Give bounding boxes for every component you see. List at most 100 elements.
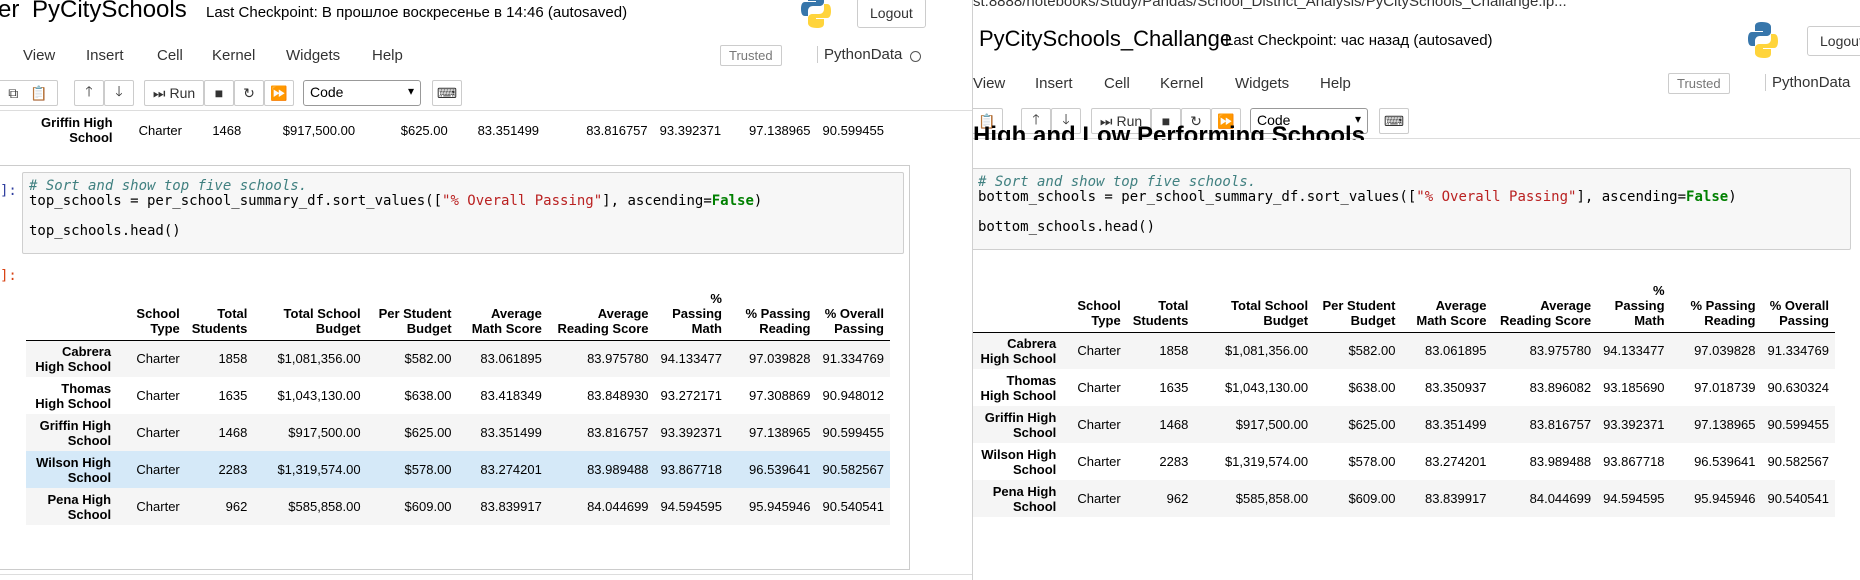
cell-avg-math: 83.351499	[1424, 417, 1487, 432]
row-index: Pena High School	[47, 491, 112, 522]
menu-kernel[interactable]: Kernel	[1160, 75, 1203, 92]
move-up-button[interactable]: 🡑	[74, 80, 104, 106]
column-header: Per Student Budget	[366, 282, 458, 341]
menu-widgets[interactable]: Widgets	[286, 47, 340, 64]
code-text: )	[1728, 189, 1737, 205]
left-notebook-window: er PyCitySchools Last Checkpoint: В прош…	[0, 0, 972, 580]
index-header	[26, 282, 118, 341]
cell-school-type: Charter	[1077, 491, 1121, 506]
command-palette-button[interactable]: ⌨	[432, 80, 462, 106]
logout-button[interactable]: Logout	[857, 0, 926, 28]
menu-insert[interactable]: Insert	[1035, 75, 1073, 92]
cell-pass-reading: 95.945946	[1694, 491, 1756, 506]
menu-kernel[interactable]: Kernel	[212, 47, 255, 64]
cell-avg-reading: 83.975780	[587, 351, 649, 367]
copy-icon[interactable]: ⧉	[8, 85, 18, 102]
address-url[interactable]: st:8888/notebooks/Study/Pandas/School_Di…	[973, 0, 1567, 10]
row-index: Thomas High School	[980, 372, 1057, 403]
cell-total-students: 1635	[218, 388, 248, 403]
cell-total-students: 1858	[218, 351, 248, 367]
toolbar-divider	[0, 110, 972, 111]
cell-type-value: Code	[310, 84, 344, 100]
cell-school-type: Charter	[136, 462, 180, 477]
cell-per-student-budget: $578.00	[404, 462, 452, 477]
code-editor[interactable]: # Sort and show top five schools. top_sc…	[22, 172, 904, 254]
section-heading: High and Low Performing Schools	[973, 122, 1366, 140]
stop-icon: ■	[214, 85, 224, 101]
code-editor[interactable]: # Sort and show top five schools. bottom…	[973, 168, 1851, 250]
cell-school-type: Charter	[1077, 454, 1121, 469]
column-header: % Passing Math	[1597, 274, 1671, 333]
cell-avg-math: 83.839917	[1424, 491, 1487, 506]
cell-pass-math: 93.867718	[660, 462, 722, 477]
paste-icon[interactable]: 📋	[30, 85, 47, 102]
cell-pass-math: 93.867718	[1603, 454, 1665, 469]
cell-overall: 90.948012	[822, 388, 884, 403]
cell-avg-math: 83.274201	[480, 462, 542, 477]
menu-view[interactable]: View	[23, 47, 55, 64]
column-header: School Type	[1062, 274, 1127, 333]
cell-avg-math: 83.350937	[1424, 380, 1487, 395]
restart-icon: ↻	[243, 84, 255, 101]
top-schools-table: School Type Total Students Total School Bu…	[26, 282, 890, 525]
menu-widgets[interactable]: Widgets	[1235, 75, 1289, 92]
cell-pass-math: 93.185690	[1603, 380, 1665, 395]
restart-button[interactable]: ↻	[234, 80, 264, 106]
menu-cell[interactable]: Cell	[157, 47, 183, 64]
cell-total-students: 1635	[1159, 380, 1189, 395]
cell-type-select[interactable]: Code ▾	[303, 80, 421, 106]
row-index: Wilson High School	[36, 454, 112, 485]
cell-avg-reading: 84.044699	[587, 499, 649, 514]
cell-pass-reading: 97.018739	[1694, 380, 1756, 395]
notebook-title[interactable]: PyCitySchools_Challange	[979, 26, 1232, 52]
trusted-badge[interactable]: Trusted	[720, 45, 782, 66]
stop-button[interactable]: ■	[204, 80, 234, 106]
run-button[interactable]: ⏭ Run	[144, 80, 204, 106]
cell-avg-reading: 83.989488	[1529, 454, 1592, 469]
restart-run-all-button[interactable]: ⏩	[264, 80, 294, 106]
table-row: Griffin High School Charter 1468 $917,500.0…	[973, 406, 1835, 443]
cell-total-budget: $1,081,356.00	[277, 351, 361, 367]
code-text: top_schools.head()	[29, 223, 181, 239]
cell-overall: 90.599455	[822, 425, 884, 440]
menu-bar: View Insert Cell Kernel Widgets Help Tru…	[0, 38, 972, 74]
menu-cell[interactable]: Cell	[1104, 75, 1130, 92]
cell-total-students: 2283	[1159, 454, 1189, 469]
step-forward-icon: ⏭	[152, 84, 166, 101]
cell-avg-math: 83.418349	[480, 388, 542, 403]
cell-total-budget: $1,319,574.00	[277, 462, 361, 477]
kernel-idle-icon	[910, 51, 921, 62]
trusted-badge[interactable]: Trusted	[1668, 73, 1730, 94]
cell-avg-reading: 83.975780	[1529, 343, 1592, 359]
menu-view[interactable]: View	[973, 75, 1005, 92]
jupyter-logo-fragment: er	[0, 0, 20, 23]
input-prompt: ]:	[0, 183, 17, 199]
notebook-title[interactable]: PyCitySchools	[32, 0, 187, 24]
kernel-name: PythonData	[817, 46, 902, 63]
code-text: ], ascending=	[1576, 189, 1687, 205]
arrow-down-icon: 🡓	[115, 83, 123, 99]
cell-pass-math: 94.594595	[660, 499, 722, 514]
cell-total-budget: $1,043,130.00	[1224, 380, 1309, 395]
cell-school-type: Charter	[1077, 343, 1121, 359]
logout-button[interactable]: Logout	[1807, 26, 1860, 56]
notebook-header: er PyCitySchools Last Checkpoint: В прош…	[0, 0, 972, 40]
cell-overall: 90.582567	[1767, 454, 1829, 469]
cell-pass-reading: 96.539641	[1694, 454, 1756, 469]
cell-total-budget: $1,081,356.00	[1224, 343, 1309, 359]
cell-pass-reading: 97.308869	[749, 388, 811, 403]
cell-per-student-budget: $625.00	[400, 122, 448, 138]
cell-pass-math: 93.392371	[1603, 417, 1665, 432]
cell-school-type: Charter	[136, 351, 180, 367]
move-down-button[interactable]: 🡓	[104, 80, 134, 106]
table-row: Cabrera High School Charter 1858 $1,081,356…	[973, 332, 1835, 369]
table-row: Pena High School Charter 962 $585,858.00 $60…	[973, 480, 1835, 517]
cell-total-budget: $917,500.00	[282, 122, 356, 138]
code-text: )	[753, 193, 763, 209]
menu-insert[interactable]: Insert	[86, 47, 124, 64]
menu-help[interactable]: Help	[372, 47, 403, 64]
cell-avg-math: 83.274201	[1424, 454, 1487, 469]
cell-avg-math: 83.351499	[477, 122, 540, 138]
cell-pass-reading: 97.138965	[749, 122, 811, 138]
menu-help[interactable]: Help	[1320, 75, 1351, 92]
